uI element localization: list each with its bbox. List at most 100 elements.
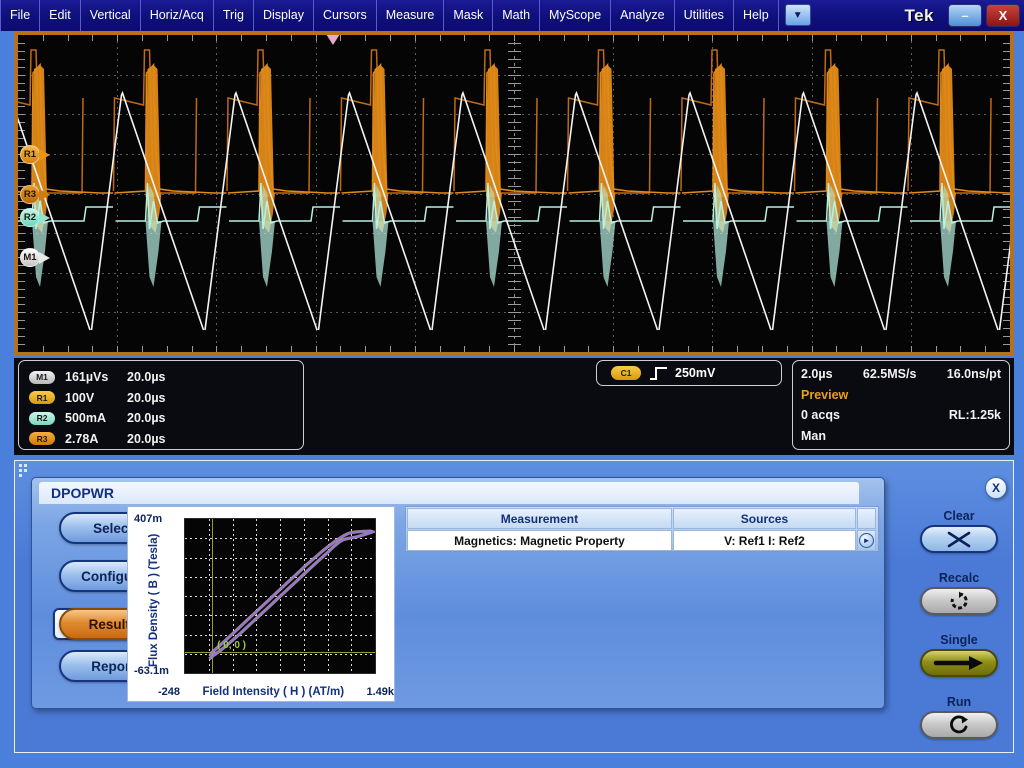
- menu-spacer: [811, 0, 905, 31]
- waveform-graticule[interactable]: R1 R3 R2 M1: [18, 35, 1010, 352]
- play-arrow-icon[interactable]: ►: [859, 533, 875, 548]
- channel-marker-m1-label: M1: [20, 248, 40, 267]
- single-button[interactable]: [920, 649, 998, 677]
- measurement-value: 500mA: [65, 411, 106, 426]
- recalculate-icon: [950, 591, 968, 610]
- acq-line-count: 0 acqs RL:1.25k: [801, 408, 1001, 429]
- minimize-button[interactable]: –: [948, 4, 982, 27]
- y-axis-title: Flux Density ( B ) (Tesla): [148, 533, 160, 667]
- close-icon[interactable]: X: [985, 477, 1007, 499]
- measurement-timebase: 20.0µs: [127, 390, 166, 405]
- dialog-title: DPOPWR: [39, 482, 859, 504]
- acq-line-timebase: 2.0µs 62.5MS/s 16.0ns/pt: [801, 367, 1001, 388]
- y-axis-max-label: 407m: [134, 513, 163, 525]
- measurement-row[interactable]: R3 2.78A 20.0µs: [29, 429, 303, 450]
- chevron-down-icon[interactable]: ▼: [784, 4, 811, 26]
- measurement-timebase: 20.0µs: [127, 370, 166, 385]
- control-label-run: Run: [946, 695, 972, 709]
- channel-marker-m1[interactable]: M1: [20, 248, 50, 267]
- channel-marker-r2-label: R2: [20, 208, 40, 227]
- menu-item-horiz-acq[interactable]: Horiz/Acq: [141, 0, 214, 31]
- control-label-single: Single: [940, 633, 978, 647]
- measurement-timebase: 20.0µs: [127, 431, 166, 446]
- channel-marker-r3[interactable]: R3: [20, 185, 50, 204]
- clear-button[interactable]: [920, 525, 998, 553]
- trigger-level-value: 250mV: [675, 366, 716, 380]
- measurement-badge-m1: M1: [29, 370, 55, 384]
- cell-measurement: Magnetics: Magnetic Property: [407, 530, 672, 551]
- menu-item-vertical[interactable]: Vertical: [81, 0, 141, 31]
- bh-curve-plot-card: 407m -63.1m Flux Density ( B ) (Tesla) (…: [127, 506, 395, 702]
- bh-origin-annotation: ( 0, 0 ): [217, 640, 247, 652]
- trigger-readout-box[interactable]: C1 250mV: [596, 360, 782, 386]
- control-run: Run: [903, 695, 1015, 739]
- measurement-badge-r1: R1: [29, 391, 55, 405]
- control-label-clear: Clear: [943, 509, 975, 523]
- menu-item-file[interactable]: File: [0, 0, 41, 31]
- menu-item-myscope[interactable]: MyScope: [540, 0, 612, 31]
- measurement-value: 2.78A: [65, 431, 99, 446]
- close-window-button[interactable]: X: [986, 4, 1020, 27]
- measurement-row[interactable]: M1 161µVs 20.0µs: [29, 367, 303, 388]
- results-table-header: Measurement Sources: [407, 508, 877, 529]
- cell-expand[interactable]: ►: [857, 530, 876, 551]
- waveform-display-frame: R1 R3 R2 M1: [14, 31, 1014, 356]
- x-axis-title: Field Intensity ( H ) (AT/m): [202, 686, 345, 698]
- waveform-traces: [18, 49, 1010, 331]
- results-table: Measurement Sources Magnetics: Magnetic …: [405, 506, 879, 552]
- x-axis-row: -248 Field Intensity ( H ) (AT/m) 1.49k: [158, 686, 394, 698]
- acq-line-status: Preview: [801, 388, 1001, 409]
- acq-line-mode: Man: [801, 429, 1001, 450]
- control-recalc: Recalc: [903, 571, 1015, 615]
- x-axis-max-label: 1.49k: [366, 686, 394, 698]
- cell-sources: V: Ref1 I: Ref2: [672, 530, 857, 551]
- run-loop-arrow-icon: [950, 715, 968, 734]
- measurement-timebase: 20.0µs: [127, 411, 166, 426]
- control-label-recalc: Recalc: [938, 571, 980, 585]
- menu-item-help[interactable]: Help: [734, 0, 779, 31]
- menu-item-cursors[interactable]: Cursors: [314, 0, 377, 31]
- run-button[interactable]: [920, 711, 998, 739]
- trigger-position-marker[interactable]: [326, 35, 340, 45]
- menu-item-analyze[interactable]: Analyze: [611, 0, 675, 31]
- dialog-body: Select Configure Results Report 407m -63…: [39, 504, 879, 704]
- acquisition-readout-box: 2.0µs 62.5MS/s 16.0ns/pt Preview 0 acqs …: [792, 360, 1010, 450]
- x-axis-min-label: -248: [158, 686, 181, 698]
- column-header-actions: [857, 508, 876, 529]
- menu-item-trig[interactable]: Trig: [214, 0, 254, 31]
- control-column: X Clear Recalc Single Run: [903, 471, 1015, 741]
- acq-timebase: 2.0µs: [801, 367, 833, 381]
- panel-grip-handle[interactable]: [19, 464, 33, 478]
- acq-resolution: 16.0ns/pt: [946, 367, 1001, 381]
- bh-plot-area[interactable]: ( 0, 0 ): [184, 518, 376, 674]
- acq-status: Preview: [801, 387, 849, 402]
- menu-item-math[interactable]: Math: [493, 0, 541, 31]
- single-arrow-icon: [933, 656, 983, 670]
- clear-x-icon: [947, 531, 971, 548]
- control-clear: Clear: [903, 509, 1015, 553]
- measurement-row[interactable]: R2 500mA 20.0µs: [29, 408, 303, 429]
- measurement-readout-box: M1 161µVs 20.0µs R1 100V 20.0µs R2 500mA…: [18, 360, 304, 450]
- menu-bar: File Edit Vertical Horiz/Acq Trig Displa…: [0, 0, 1024, 31]
- column-header-measurement: Measurement: [407, 508, 672, 529]
- scope-application-window: File Edit Vertical Horiz/Acq Trig Displa…: [0, 0, 1024, 768]
- bh-curve-trace: [208, 529, 375, 661]
- menu-item-utilities[interactable]: Utilities: [675, 0, 734, 31]
- acq-record-length: RL:1.25k: [948, 408, 1001, 422]
- readout-bar: M1 161µVs 20.0µs R1 100V 20.0µs R2 500mA…: [14, 358, 1014, 455]
- recalc-button[interactable]: [920, 587, 998, 615]
- tek-brand-logo: Tek: [904, 6, 934, 25]
- channel-marker-r1[interactable]: R1: [20, 145, 50, 164]
- measurement-badge-r2: R2: [29, 411, 55, 425]
- table-row[interactable]: Magnetics: Magnetic Property V: Ref1 I: …: [407, 530, 877, 551]
- application-panel: DPOPWR Select Configure Results Report 4…: [14, 460, 1014, 753]
- channel-marker-r2[interactable]: R2: [20, 208, 50, 227]
- menu-item-measure[interactable]: Measure: [377, 0, 445, 31]
- column-header-sources: Sources: [672, 508, 857, 529]
- menu-item-mask[interactable]: Mask: [444, 0, 494, 31]
- menu-item-display[interactable]: Display: [254, 0, 314, 31]
- menu-item-edit[interactable]: Edit: [40, 0, 81, 31]
- measurement-value: 100V: [65, 390, 95, 405]
- measurement-row[interactable]: R1 100V 20.0µs: [29, 388, 303, 409]
- measurement-badge-r3: R3: [29, 432, 55, 446]
